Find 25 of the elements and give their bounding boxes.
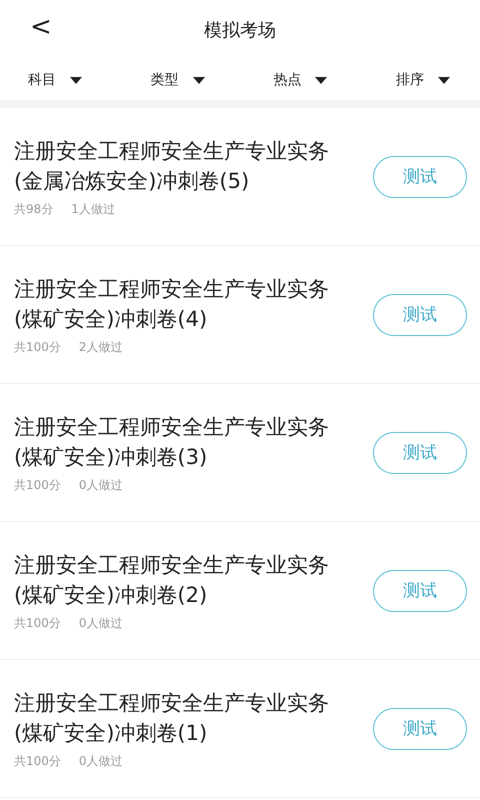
total-score: 共100分 bbox=[14, 614, 61, 632]
page-title: 模拟考场 bbox=[204, 19, 276, 42]
taker-count: 2人做过 bbox=[78, 338, 123, 356]
taker-count: 1人做过 bbox=[71, 200, 115, 218]
exam-title: 注册安全工程师安全生产专业实务(煤矿安全)冲刺卷(2) bbox=[14, 552, 330, 608]
taker-count: 0人做过 bbox=[78, 614, 123, 632]
taker-count: 0人做过 bbox=[78, 476, 123, 494]
total-score: 共100分 bbox=[14, 338, 61, 356]
back-button[interactable]: < bbox=[26, 12, 56, 42]
filter-dropdown[interactable]: 热点 bbox=[273, 71, 328, 89]
dropdown-caret-icon bbox=[438, 76, 450, 84]
filter-dropdown[interactable]: 科目 bbox=[28, 71, 82, 89]
dropdown-caret-icon bbox=[315, 76, 328, 84]
dropdown-caret-icon bbox=[70, 76, 82, 84]
total-score: 共100分 bbox=[14, 476, 61, 494]
exam-title: 注册安全工程师安全生产专业实务(煤矿安全)冲刺卷(3) bbox=[14, 414, 330, 470]
filter-dropdown[interactable]: 排序 bbox=[396, 71, 450, 89]
exam-title: 注册安全工程师安全生产专业实务(金属冶炼安全)冲刺卷(5) bbox=[14, 138, 330, 194]
exam-title: 注册安全工程师安全生产专业实务(煤矿安全)冲刺卷(4) bbox=[14, 276, 330, 332]
total-score: 共98分 bbox=[14, 200, 54, 218]
dropdown-caret-icon bbox=[192, 76, 205, 84]
taker-count: 0人做过 bbox=[78, 752, 123, 770]
exam-title: 注册安全工程师安全生产专业实务(煤矿安全)冲刺卷(1) bbox=[14, 690, 330, 746]
total-score: 共100分 bbox=[14, 752, 61, 770]
filter-dropdown[interactable]: 类型 bbox=[150, 71, 205, 89]
